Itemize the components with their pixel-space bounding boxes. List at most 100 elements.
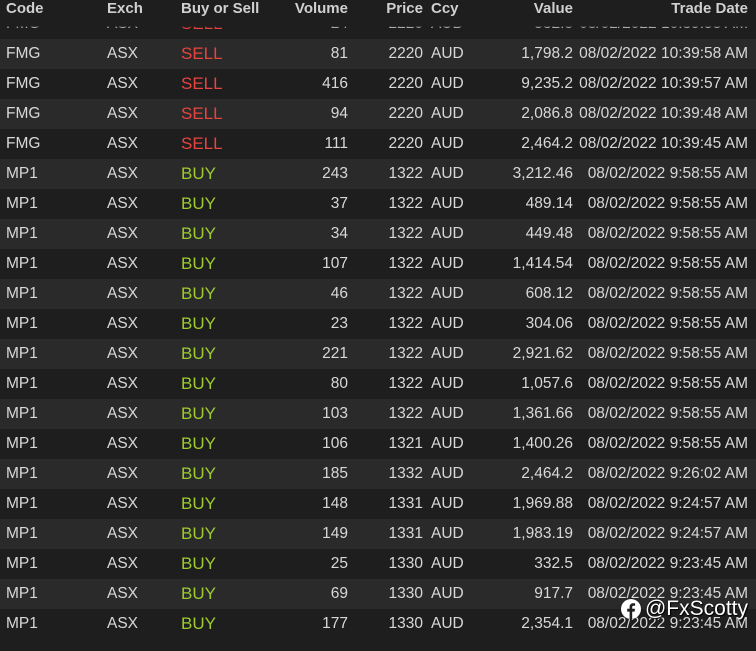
header-code[interactable]: Code <box>6 0 44 28</box>
cell-exch: ASX <box>107 135 139 152</box>
cell-volume: 416 <box>322 75 348 92</box>
table-row[interactable]: MP1 ASX BUY 37 1322 AUD 489.14 08/02/2022 9:58:… <box>0 189 756 219</box>
cell-trade-date: 08/02/2022 10:39:57 AM <box>579 75 748 92</box>
cell-trade-date: 08/02/2022 9:58:55 AM <box>587 285 748 302</box>
cell-trade-date: 08/02/2022 10:39:58 AM <box>579 45 748 62</box>
cell-price: 1330 <box>388 615 423 632</box>
header-price[interactable]: Price <box>386 0 423 28</box>
cell-side: SELL <box>181 74 223 93</box>
cell-code: MP1 <box>6 555 38 572</box>
cell-volume: 69 <box>330 585 348 602</box>
cell-side: BUY <box>181 404 216 423</box>
cell-code: MP1 <box>6 195 38 212</box>
cell-trade-date: 08/02/2022 9:58:55 AM <box>587 315 748 332</box>
header-ccy[interactable]: Ccy <box>431 0 459 28</box>
cell-price: 2220 <box>388 45 423 62</box>
cell-value: 1,414.54 <box>512 255 573 272</box>
cell-side: BUY <box>181 494 216 513</box>
table-row[interactable]: FMG ASX SELL 94 2220 AUD 2,086.8 08/02/2022 10:… <box>0 99 756 129</box>
cell-exch: ASX <box>107 435 139 452</box>
table-row[interactable]: MP1 ASX BUY 80 1322 AUD 1,057.6 08/02/2022 9:58… <box>0 369 756 399</box>
header-buy-or-sell[interactable]: Buy or Sell <box>181 0 259 28</box>
table-row[interactable]: MP1 ASX BUY 34 1322 AUD 449.48 08/02/2022 9:58:… <box>0 219 756 249</box>
cell-price: 1330 <box>388 555 423 572</box>
cell-ccy: AUD <box>431 315 464 332</box>
cell-code: MP1 <box>6 375 38 392</box>
watermark-text: @FxScotty <box>644 597 748 620</box>
cell-exch: ASX <box>107 255 139 272</box>
cell-exch: ASX <box>107 285 139 302</box>
cell-exch: ASX <box>107 585 139 602</box>
table-row[interactable]: MP1 ASX BUY 46 1322 AUD 608.12 08/02/2022 9:58:… <box>0 279 756 309</box>
cell-volume: 23 <box>330 315 348 332</box>
table-row[interactable]: MP1 ASX BUY 103 1322 AUD 1,361.66 08/02/2022 9:… <box>0 399 756 429</box>
cell-ccy: AUD <box>431 285 464 302</box>
cell-volume: 80 <box>330 375 348 392</box>
cell-volume: 111 <box>324 135 348 152</box>
cell-price: 1322 <box>388 375 423 392</box>
cell-ccy: AUD <box>431 465 464 482</box>
cell-code: MP1 <box>6 465 38 482</box>
cell-ccy: AUD <box>431 525 464 542</box>
cell-side: BUY <box>181 614 216 633</box>
cell-value: 1,983.19 <box>512 525 573 542</box>
cell-ccy: AUD <box>431 45 464 62</box>
cell-volume: 149 <box>322 525 348 542</box>
cell-value: 1,400.26 <box>512 435 573 452</box>
cell-ccy: AUD <box>431 495 464 512</box>
table-row[interactable]: MP1 ASX BUY 23 1322 AUD 304.06 08/02/2022 9:58:… <box>0 309 756 339</box>
table-row[interactable]: FMG ASX SELL 111 2220 AUD 2,464.2 08/02/2022 10… <box>0 129 756 159</box>
cell-exch: ASX <box>107 555 139 572</box>
cell-price: 1322 <box>388 195 423 212</box>
cell-price: 2220 <box>388 105 423 122</box>
table-row[interactable]: MP1 ASX BUY 185 1332 AUD 2,464.2 08/02/2022 9:2… <box>0 459 756 489</box>
cell-code: FMG <box>6 105 41 122</box>
cell-price: 1322 <box>388 345 423 362</box>
cell-side: SELL <box>181 104 223 123</box>
header-volume[interactable]: Volume <box>295 0 348 28</box>
cell-volume: 107 <box>322 255 348 272</box>
cell-exch: ASX <box>107 45 139 62</box>
cell-volume: 94 <box>330 105 348 122</box>
watermark: @FxScotty <box>620 597 748 621</box>
cell-volume: 185 <box>322 465 348 482</box>
cell-code: MP1 <box>6 435 38 452</box>
cell-value: 3,212.46 <box>512 165 573 182</box>
header-value[interactable]: Value <box>534 0 573 28</box>
cell-price: 2220 <box>388 75 423 92</box>
cell-value: 1,057.6 <box>521 375 573 392</box>
table-row[interactable]: MP1 ASX BUY 148 1331 AUD 1,969.88 08/02/2022 9:… <box>0 489 756 519</box>
cell-volume: 37 <box>330 195 348 212</box>
table-row[interactable]: FMG ASX SELL 416 2220 AUD 9,235.2 08/02/2022 10… <box>0 69 756 99</box>
cell-trade-date: 08/02/2022 9:26:02 AM <box>587 465 748 482</box>
cell-ccy: AUD <box>431 105 464 122</box>
cell-price: 1331 <box>388 525 423 542</box>
column-header-row: Code Exch Buy or Sell Volume Price Ccy V… <box>0 0 756 28</box>
table-row[interactable]: MP1 ASX BUY 25 1330 AUD 332.5 08/02/2022 9:23:4… <box>0 549 756 579</box>
cell-exch: ASX <box>107 75 139 92</box>
cell-exch: ASX <box>107 615 139 632</box>
header-exch[interactable]: Exch <box>107 0 143 28</box>
cell-price: 1322 <box>388 285 423 302</box>
table-row[interactable]: MP1 ASX BUY 107 1322 AUD 1,414.54 08/02/2022 9:… <box>0 249 756 279</box>
cell-volume: 34 <box>330 225 348 242</box>
header-trade-date[interactable]: Trade Date <box>671 0 748 28</box>
trades-grid: FMG ASX SELL 24 2220 AUD 532.8 08/02/2022 10:39… <box>0 0 756 651</box>
cell-value: 9,235.2 <box>521 75 573 92</box>
cell-side: BUY <box>181 584 216 603</box>
cell-code: MP1 <box>6 525 38 542</box>
cell-side: BUY <box>181 344 216 363</box>
table-row[interactable]: FMG ASX SELL 81 2220 AUD 1,798.2 08/02/2022 10:… <box>0 39 756 69</box>
cell-side: BUY <box>181 464 216 483</box>
table-row[interactable]: MP1 ASX BUY 149 1331 AUD 1,983.19 08/02/2022 9:… <box>0 519 756 549</box>
cell-value: 917.7 <box>534 585 573 602</box>
cell-code: MP1 <box>6 615 38 632</box>
table-row[interactable]: MP1 ASX BUY 106 1321 AUD 1,400.26 08/02/2022 9:… <box>0 429 756 459</box>
cell-price: 1322 <box>388 255 423 272</box>
table-row[interactable]: MP1 ASX BUY 221 1322 AUD 2,921.62 08/02/2022 9:… <box>0 339 756 369</box>
table-row[interactable]: MP1 ASX BUY 243 1322 AUD 3,212.46 08/02/2022 9:… <box>0 159 756 189</box>
cell-code: MP1 <box>6 315 38 332</box>
cell-volume: 177 <box>322 615 348 632</box>
cell-ccy: AUD <box>431 195 464 212</box>
cell-trade-date: 08/02/2022 10:39:48 AM <box>579 105 748 122</box>
